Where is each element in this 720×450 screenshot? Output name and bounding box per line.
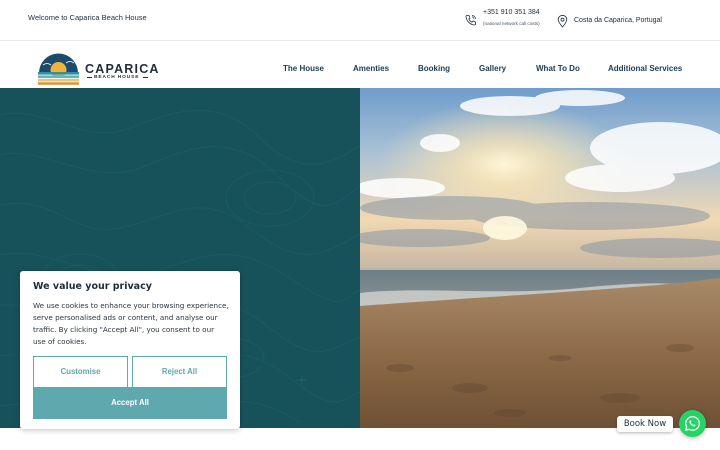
book-now-label[interactable]: Book Now <box>617 416 673 432</box>
site-header: CAPARICA BEACH HOUSE The House Amenties … <box>0 42 720 88</box>
reject-all-button[interactable]: Reject All <box>132 356 227 388</box>
nav-additional-services[interactable]: Additional Services <box>608 64 682 73</box>
whatsapp-button[interactable] <box>679 410 706 437</box>
top-bar: Welcome to Caparica Beach House +351 910… <box>0 0 720 41</box>
logo-name[interactable]: CAPARICA <box>85 62 160 76</box>
phone-note: (national network call costs) <box>483 21 540 26</box>
hero-image <box>360 88 720 428</box>
phone-number[interactable]: +351 910 351 384 <box>483 9 540 16</box>
customise-button[interactable]: Customise <box>33 356 128 388</box>
accept-all-button[interactable]: Accept All <box>33 387 227 419</box>
nav-gallery[interactable]: Gallery <box>479 64 506 73</box>
logo-divider <box>87 77 92 78</box>
logo-icon[interactable] <box>37 51 80 85</box>
whatsapp-icon <box>684 416 700 432</box>
location-text: Costa da Caparica, Portugal <box>574 17 662 24</box>
cookie-text: We use cookies to enhance your browsing … <box>33 301 229 346</box>
cookie-consent-banner: We value your privacy We use cookies to … <box>20 271 240 429</box>
phone-icon <box>465 15 476 26</box>
map-pin-icon <box>557 15 568 28</box>
nav-the-house[interactable]: The House <box>283 64 324 73</box>
nav-amenties[interactable]: Amenties <box>353 64 389 73</box>
logo-subtitle: BEACH HOUSE <box>94 75 140 80</box>
cookie-title: We value your privacy <box>33 281 152 292</box>
nav-booking[interactable]: Booking <box>418 64 450 73</box>
nav-what-to-do[interactable]: What To Do <box>536 64 580 73</box>
logo-divider <box>143 77 148 78</box>
welcome-text: Welcome to Caparica Beach House <box>28 13 147 22</box>
beach-sunset-image <box>360 88 720 428</box>
